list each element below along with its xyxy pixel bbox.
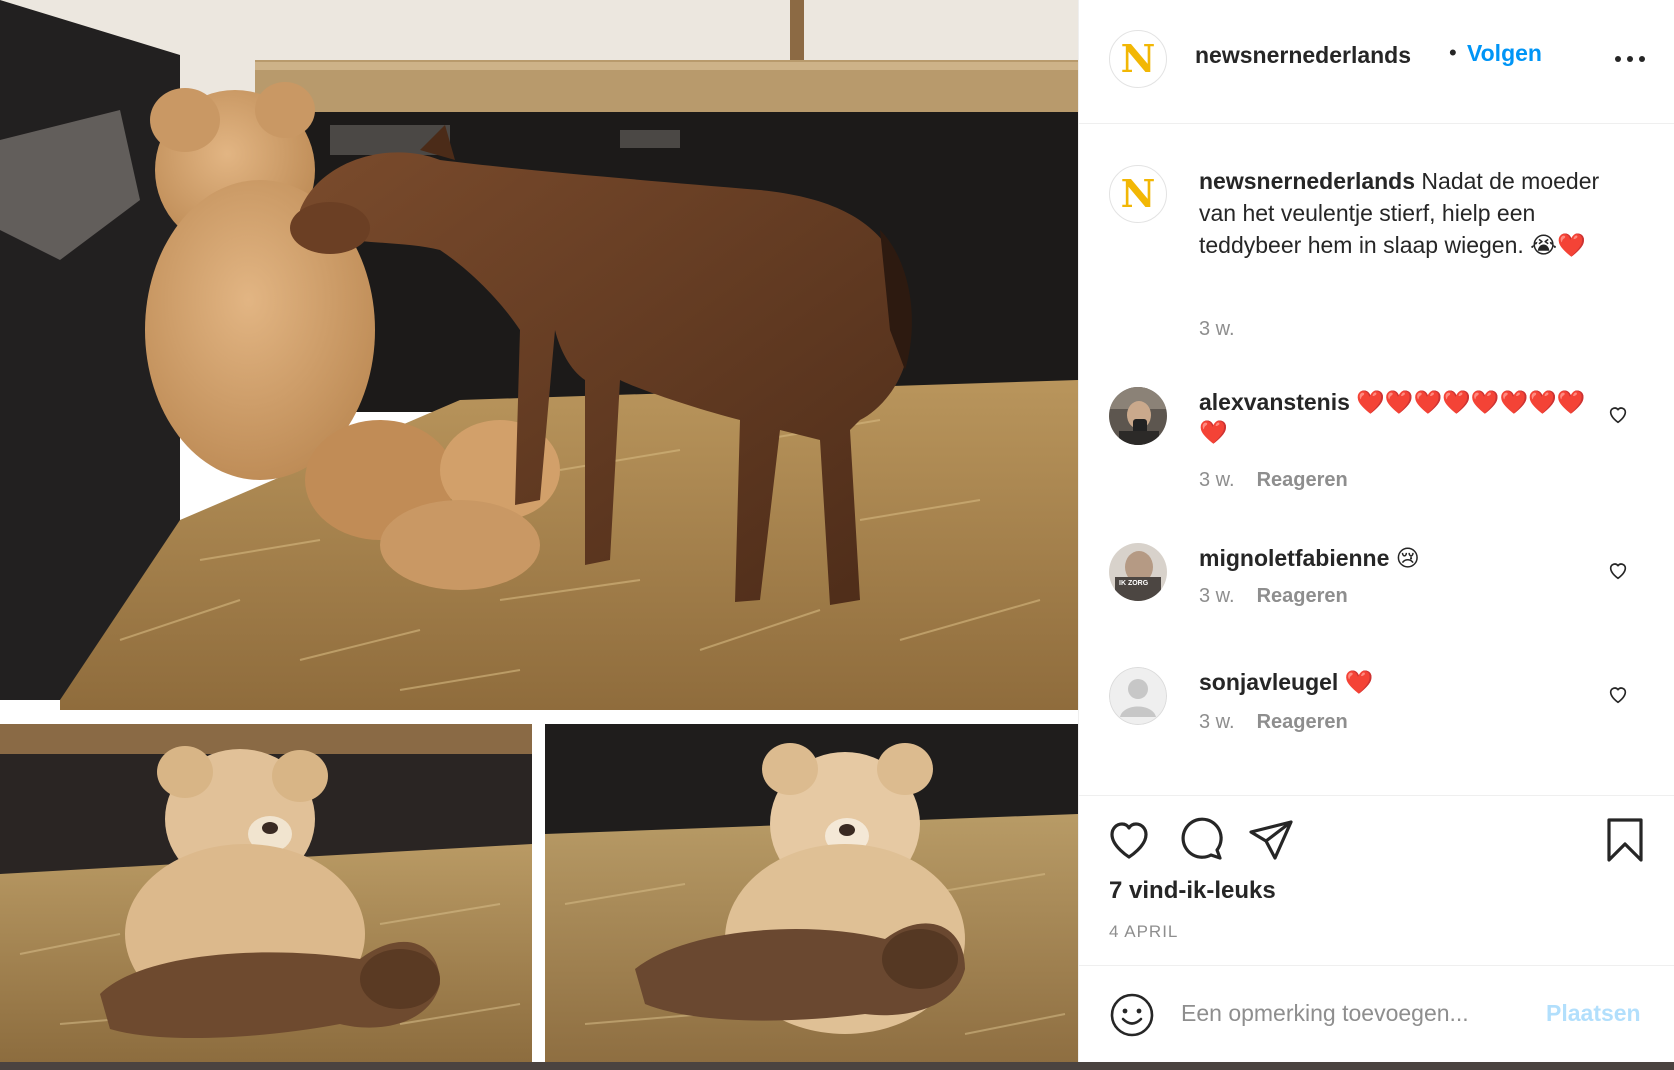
photo-foal-sleeping-left xyxy=(0,724,532,1070)
commenter-avatar[interactable] xyxy=(1109,387,1167,445)
separator-dot: • xyxy=(1449,40,1457,65)
likes-count[interactable]: 7 vind-ik-leuks xyxy=(1109,877,1276,905)
author-username[interactable]: newsnernederlands xyxy=(1195,42,1411,69)
avatar-caption: IK ZORG xyxy=(1119,580,1149,587)
post-image[interactable] xyxy=(0,0,1078,1070)
photo-foal-sleeping-right xyxy=(545,724,1078,1070)
photo-foal-nuzzling-bear xyxy=(0,0,1078,710)
reply-button[interactable]: Reageren xyxy=(1257,469,1348,491)
comments-list[interactable]: N newsnernederlands Nadat de moeder van … xyxy=(1079,125,1674,795)
comment-body: 😢 xyxy=(1395,545,1420,571)
like-comment-heart-icon[interactable] xyxy=(1607,559,1629,581)
commenter-avatar[interactable] xyxy=(1109,667,1167,725)
caption-author-avatar[interactable]: N xyxy=(1109,165,1167,223)
comment-icon[interactable] xyxy=(1177,816,1225,864)
comment-meta: 3 w. Reageren xyxy=(1199,469,1348,492)
caption-username[interactable]: newsnernederlands xyxy=(1199,168,1415,194)
avatar-logo-letter: N xyxy=(1120,171,1156,216)
post-header: N newsnernederlands • Volgen xyxy=(1079,0,1674,124)
comment-username[interactable]: alexvanstenis xyxy=(1199,389,1350,415)
post-sidebar: N newsnernederlands • Volgen N newsnerne… xyxy=(1078,0,1674,1062)
like-comment-heart-icon[interactable] xyxy=(1607,403,1629,425)
author-avatar[interactable]: N xyxy=(1109,30,1167,88)
follow-button[interactable]: Volgen xyxy=(1467,40,1542,67)
share-icon[interactable] xyxy=(1247,816,1295,864)
comment-text: sonjavleugel ❤️ xyxy=(1199,667,1609,697)
like-comment-heart-icon[interactable] xyxy=(1607,683,1629,705)
comment-username[interactable]: sonjavleugel xyxy=(1199,669,1338,695)
more-horizontal-icon[interactable] xyxy=(1615,56,1645,64)
caption-timestamp: 3 w. xyxy=(1199,318,1235,340)
post-actions: 7 vind-ik-leuks 4 APRIL xyxy=(1079,795,1674,965)
comment-timestamp: 3 w. xyxy=(1199,469,1235,491)
comment-meta: 3 w. Reageren xyxy=(1199,585,1348,608)
bottom-edge-strip xyxy=(0,1062,1674,1070)
reply-button[interactable]: Reageren xyxy=(1257,711,1348,733)
commenter-avatar[interactable]: IK ZORG xyxy=(1109,543,1167,601)
comment-text: alexvanstenis ❤️❤️❤️❤️❤️❤️❤️❤️❤️ xyxy=(1199,387,1609,447)
comment-username[interactable]: mignoletfabienne xyxy=(1199,545,1389,571)
comment-body: ❤️ xyxy=(1344,669,1374,695)
comment-timestamp: 3 w. xyxy=(1199,585,1235,607)
avatar-logo-letter: N xyxy=(1120,36,1156,81)
caption-text: newsnernederlands Nadat de moeder van he… xyxy=(1199,165,1619,261)
reply-button[interactable]: Reageren xyxy=(1257,585,1348,607)
comment-text: mignoletfabienne 😢 xyxy=(1199,543,1609,573)
post-date: 4 APRIL xyxy=(1109,922,1179,941)
post-comment-button[interactable]: Plaatsen xyxy=(1546,1000,1641,1027)
add-comment-bar: Plaatsen xyxy=(1079,965,1674,1062)
emoji-icon[interactable] xyxy=(1109,992,1155,1038)
comment-meta: 3 w. Reageren xyxy=(1199,711,1348,734)
comment-input[interactable] xyxy=(1181,988,1521,1038)
comment-timestamp: 3 w. xyxy=(1199,711,1235,733)
like-heart-icon[interactable] xyxy=(1105,816,1153,864)
bookmark-icon[interactable] xyxy=(1601,816,1649,864)
